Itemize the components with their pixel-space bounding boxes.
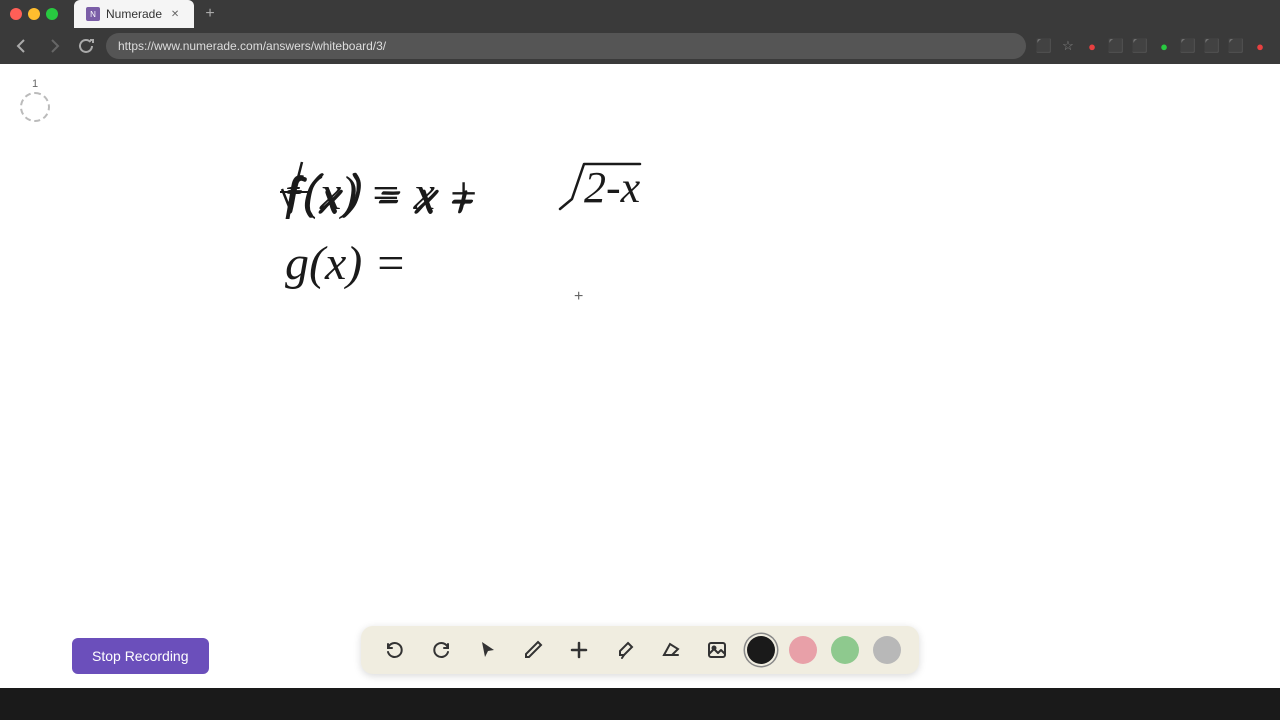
- add-button[interactable]: [563, 634, 595, 666]
- refresh-button[interactable]: [74, 34, 98, 58]
- extensions-icon[interactable]: ●: [1082, 36, 1102, 56]
- highlighter-button[interactable]: [609, 634, 641, 666]
- math-svg: f(x) = x + f (x) = x +: [280, 144, 700, 344]
- pen-button[interactable]: [517, 634, 549, 666]
- url-text: https://www.numerade.com/answers/whitebo…: [118, 39, 386, 53]
- profile-icon[interactable]: ⬛: [1226, 36, 1246, 56]
- tab-close-button[interactable]: ✕: [168, 7, 182, 21]
- extension2-icon[interactable]: ⬛: [1130, 36, 1150, 56]
- svg-text:g(x) =: g(x) =: [285, 237, 407, 290]
- whiteboard[interactable]: 1 f(x) = x + f: [0, 64, 1280, 688]
- maximize-window-button[interactable]: [46, 8, 58, 20]
- nav-bar: https://www.numerade.com/answers/whitebo…: [0, 28, 1280, 64]
- extension1-icon[interactable]: ⬛: [1106, 36, 1126, 56]
- tab-bar: N Numerade ✕ +: [66, 0, 1270, 30]
- tab-title: Numerade: [106, 7, 162, 21]
- screen-share-icon[interactable]: ⬛: [1034, 36, 1054, 56]
- close-window-button[interactable]: [10, 8, 22, 20]
- address-bar[interactable]: https://www.numerade.com/answers/whitebo…: [106, 33, 1026, 59]
- page-indicator: 1: [20, 78, 50, 122]
- traffic-lights: [10, 8, 58, 20]
- toolbar: [361, 626, 919, 674]
- extension5-icon[interactable]: ⬛: [1202, 36, 1222, 56]
- nav-icons-right: ⬛ ☆ ● ⬛ ⬛ ● ⬛ ⬛ ⬛ ●: [1034, 36, 1270, 56]
- stop-recording-button[interactable]: Stop Recording: [72, 638, 209, 674]
- title-bar: N Numerade ✕ +: [0, 0, 1280, 28]
- new-tab-button[interactable]: +: [198, 2, 222, 26]
- tab-favicon: N: [86, 7, 100, 21]
- minimize-window-button[interactable]: [28, 8, 40, 20]
- extension3-icon[interactable]: ●: [1154, 36, 1174, 56]
- bookmark-icon[interactable]: ☆: [1058, 36, 1078, 56]
- svg-text:(x) = x +: (x) = x +: [304, 167, 479, 220]
- svg-text:2-x: 2-x: [584, 163, 641, 212]
- browser-tab[interactable]: N Numerade ✕: [74, 0, 194, 28]
- color-gray-button[interactable]: [873, 636, 901, 664]
- page-number: 1: [32, 78, 38, 90]
- redo-button[interactable]: [425, 634, 457, 666]
- menu-icon[interactable]: ●: [1250, 36, 1270, 56]
- undo-button[interactable]: [379, 634, 411, 666]
- forward-button[interactable]: [42, 34, 66, 58]
- image-button[interactable]: [701, 634, 733, 666]
- color-pink-button[interactable]: [789, 636, 817, 664]
- main-content: 1 f(x) = x + f: [0, 64, 1280, 688]
- extension4-icon[interactable]: ⬛: [1178, 36, 1198, 56]
- math-equations: f(x) = x + f (x) = x +: [280, 144, 700, 349]
- color-black-button[interactable]: [747, 636, 775, 664]
- page-circle: [20, 92, 50, 122]
- pointer-button[interactable]: [471, 634, 503, 666]
- browser-chrome: N Numerade ✕ + https://www.numerade.com/…: [0, 0, 1280, 64]
- color-green-button[interactable]: [831, 636, 859, 664]
- back-button[interactable]: [10, 34, 34, 58]
- eraser-button[interactable]: [655, 634, 687, 666]
